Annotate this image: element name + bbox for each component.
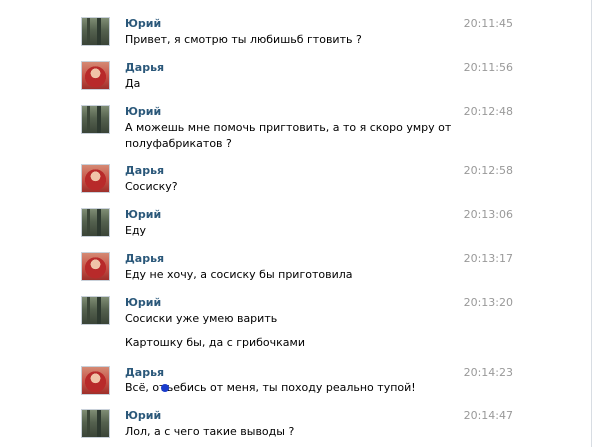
avatar[interactable]: [81, 296, 110, 325]
message-author-link[interactable]: Дарья: [125, 61, 164, 75]
message-item: Дарья 20:11:56 Да: [0, 61, 591, 101]
message-timestamp: 20:14:47: [463, 409, 513, 422]
message-timestamp: 20:11:45: [463, 17, 513, 30]
message-timestamp: 20:13:20: [463, 296, 513, 309]
avatar[interactable]: [81, 208, 110, 237]
avatar[interactable]: [81, 105, 110, 134]
message-author-link[interactable]: Дарья: [125, 252, 164, 266]
message-author-link[interactable]: Юрий: [125, 409, 161, 423]
message-item: Дарья 20:13:17 Еду не хочу, а сосиску бы…: [0, 252, 591, 292]
message-author-link[interactable]: Дарья: [125, 164, 164, 178]
message-author-link[interactable]: Юрий: [125, 17, 161, 31]
message-timestamp: 20:11:56: [463, 61, 513, 74]
mouse-cursor-dot: [161, 384, 169, 392]
avatar[interactable]: [81, 252, 110, 281]
message-item: Юрий 20:13:20 Сосиски уже умею варить Ка…: [0, 296, 591, 352]
message-text: Да: [125, 77, 141, 90]
message-author-link[interactable]: Юрий: [125, 296, 161, 310]
message-text: А можешь мне помочь пригтовить, а то я с…: [125, 121, 452, 134]
message-author-link[interactable]: Дарья: [125, 366, 164, 380]
message-timestamp: 20:13:17: [463, 252, 513, 265]
message-text: Картошку бы, да с грибочками: [125, 336, 305, 349]
message-text: Сосиски уже умею варить: [125, 312, 278, 325]
message-text: Сосиску?: [125, 180, 178, 193]
avatar[interactable]: [81, 409, 110, 438]
scroll-area-border: [591, 0, 592, 447]
message-timestamp: 20:12:48: [463, 105, 513, 118]
message-timestamp: 20:12:58: [463, 164, 513, 177]
message-item: Дарья 20:14:23 Всё, отъебись от меня, ты…: [0, 366, 591, 406]
message-author-link[interactable]: Юрий: [125, 208, 161, 222]
message-text: Еду: [125, 224, 147, 237]
message-item: Юрий 20:12:48 А можешь мне помочь пригто…: [0, 105, 591, 157]
avatar[interactable]: [81, 164, 110, 193]
message-timestamp: 20:14:23: [463, 366, 513, 379]
message-text: Еду не хочу, а сосиску бы приготовила: [125, 268, 353, 281]
message-item: Дарья 20:12:58 Сосиску?: [0, 164, 591, 204]
message-item: Юрий 20:14:47 Лол, а с чего такие выводы…: [0, 409, 591, 447]
avatar[interactable]: [81, 17, 110, 46]
message-item: Юрий 20:13:06 Еду: [0, 208, 591, 248]
avatar[interactable]: [81, 366, 110, 395]
message-text: Лол, а с чего такие выводы ?: [125, 425, 295, 438]
message-history: Юрий 20:11:45 Привет, я смотрю ты любишь…: [0, 0, 591, 447]
avatar[interactable]: [81, 61, 110, 90]
message-item: Юрий 20:11:45 Привет, я смотрю ты любишь…: [0, 17, 591, 57]
message-text: полуфабрикатов ?: [125, 137, 232, 150]
message-timestamp: 20:13:06: [463, 208, 513, 221]
message-text: Привет, я смотрю ты любишьб гтовить ?: [125, 33, 362, 46]
message-author-link[interactable]: Юрий: [125, 105, 161, 119]
